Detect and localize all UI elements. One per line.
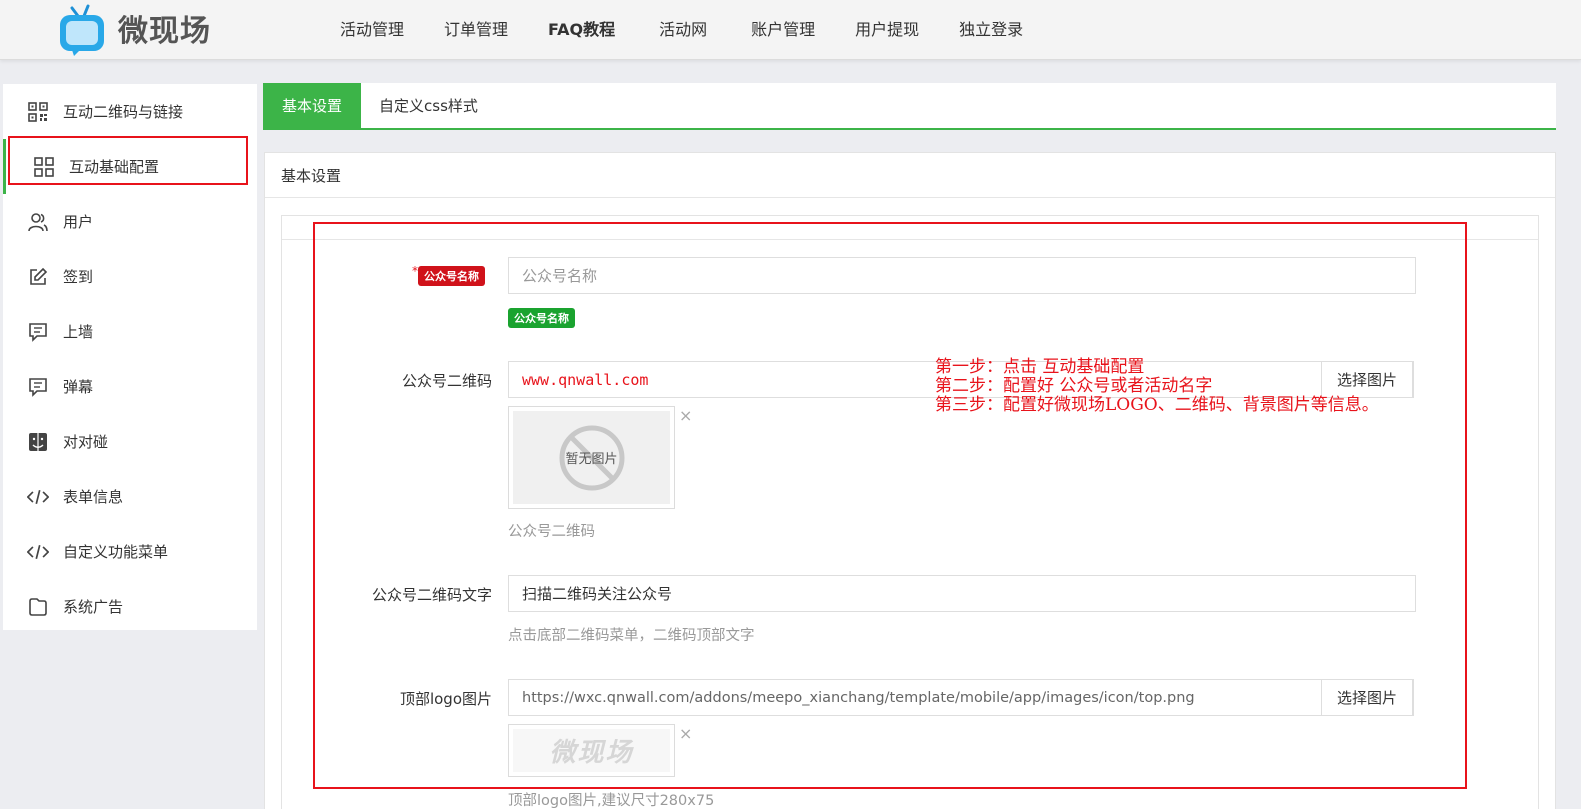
sidebar-item-match[interactable]: 对对碰: [3, 414, 257, 469]
sidebar-item-label: 对对碰: [63, 433, 109, 451]
nav-activity-site[interactable]: 活动网: [635, 16, 731, 40]
qr-code-label: 公众号二维码: [401, 372, 492, 390]
top-logo-preview: 微现场: [508, 724, 675, 777]
annotation-step-3: 第三步：配置好微现场LOGO、二维码、背景图片等信息。: [935, 395, 1379, 415]
qr-code-preview: 暂无图片: [508, 406, 675, 509]
top-logo-select-image-button[interactable]: 选择图片: [1321, 679, 1413, 716]
nav-account-management[interactable]: 账户管理: [731, 16, 835, 40]
sidebar-item-label: 系统广告: [63, 598, 124, 616]
qr-text-input[interactable]: 扫描二维码关注公众号: [508, 575, 1416, 612]
message-icon: [27, 321, 49, 343]
account-name-help-badge: 公众号名称: [508, 308, 575, 328]
qr-code-help: 公众号二维码: [508, 524, 595, 540]
instruction-annotation: 第一步：点击 互动基础配置 第二步：配置好 公众号或者活动名字 第三步：配置好微…: [935, 358, 1379, 415]
sidebar-item-checkin[interactable]: 签到: [3, 249, 257, 304]
top-logo-url: https://wxc.qnwall.com/addons/meepo_xian…: [522, 689, 1195, 706]
account-name-placeholder: 公众号名称: [522, 267, 598, 285]
qr-text-label: 公众号二维码文字: [371, 586, 492, 604]
top-logo-label: 顶部logo图片: [399, 690, 492, 708]
nav-faq-tutorial[interactable]: FAQ教程: [528, 16, 635, 40]
users-icon: [27, 211, 49, 233]
form-container: [281, 215, 1539, 809]
sidebar: 互动二维码与链接 互动基础配置 用户 签到 上墙 弹幕 对对碰 表单信息 自定义…: [3, 84, 257, 630]
grid-icon: [33, 156, 55, 178]
sidebar-item-label: 互动基础配置: [69, 158, 160, 176]
no-image-text: 暂无图片: [565, 452, 618, 467]
sidebar-item-users[interactable]: 用户: [3, 194, 257, 249]
sidebar-item-label: 用户: [63, 213, 94, 231]
account-name-label-badge: 公众号名称: [418, 266, 485, 286]
top-logo-preview-text: 微现场: [549, 738, 634, 768]
message-icon: [27, 376, 49, 398]
folder-icon: [27, 596, 49, 618]
top-logo-input[interactable]: https://wxc.qnwall.com/addons/meepo_xian…: [508, 679, 1414, 716]
tab-basic-settings[interactable]: 基本设置: [263, 83, 362, 128]
annotation-step-2: 第二步：配置好 公众号或者活动名字: [935, 376, 1213, 396]
top-header: 微现场 活动管理 订单管理 FAQ教程 活动网 账户管理 用户提现 独立登录: [0, 0, 1581, 60]
sidebar-item-wall[interactable]: 上墙: [3, 304, 257, 359]
sidebar-item-label: 弹幕: [63, 378, 94, 396]
nav-user-withdrawal[interactable]: 用户提现: [835, 16, 939, 40]
brand-logo[interactable]: 微现场: [58, 0, 211, 56]
sidebar-item-danmaku[interactable]: 弹幕: [3, 359, 257, 414]
brand-name: 微现场: [118, 14, 211, 49]
sidebar-item-label: 互动二维码与链接: [63, 103, 184, 121]
form-container-header: [282, 216, 1538, 240]
sidebar-item-label: 上墙: [63, 323, 94, 341]
nav-activity-management[interactable]: 活动管理: [320, 16, 424, 40]
settings-tabs: 基本设置 自定义css样式: [263, 83, 1556, 130]
sidebar-item-custom-menu[interactable]: 自定义功能菜单: [3, 524, 257, 579]
annotation-step-1: 第一步：点击 互动基础配置: [935, 357, 1145, 377]
sidebar-item-qrcode-links[interactable]: 互动二维码与链接: [3, 84, 257, 139]
sidebar-item-label: 表单信息: [63, 488, 124, 506]
qr-text-help: 点击底部二维码菜单，二维码顶部文字: [508, 628, 755, 644]
finder-icon: [27, 431, 49, 453]
qr-code-remove-icon[interactable]: ×: [679, 406, 692, 425]
qr-text-value: 扫描二维码关注公众号: [522, 585, 673, 603]
edit-icon: [27, 266, 49, 288]
qrcode-icon: [27, 101, 49, 123]
nav-order-management[interactable]: 订单管理: [424, 16, 528, 40]
account-name-input[interactable]: 公众号名称: [508, 257, 1416, 294]
top-logo-remove-icon[interactable]: ×: [679, 724, 692, 743]
sidebar-item-system-ads[interactable]: 系统广告: [3, 579, 257, 634]
code-icon: [27, 541, 49, 563]
code-icon: [27, 486, 49, 508]
sidebar-item-basic-config[interactable]: 互动基础配置: [3, 139, 257, 194]
top-logo-help: 顶部logo图片,建议尺寸280x75: [508, 793, 715, 809]
tv-logo-icon: [58, 2, 110, 56]
nav-standalone-login[interactable]: 独立登录: [939, 16, 1043, 40]
sidebar-item-label: 签到: [63, 268, 94, 286]
sidebar-item-label: 自定义功能菜单: [63, 543, 169, 561]
top-nav: 活动管理 订单管理 FAQ教程 活动网 账户管理 用户提现 独立登录: [320, 0, 1043, 56]
sidebar-item-form-info[interactable]: 表单信息: [3, 469, 257, 524]
tab-custom-css[interactable]: 自定义css样式: [361, 83, 496, 128]
panel-title: 基本设置: [265, 153, 1555, 198]
qr-code-sample-url: www.qnwall.com: [522, 370, 649, 389]
